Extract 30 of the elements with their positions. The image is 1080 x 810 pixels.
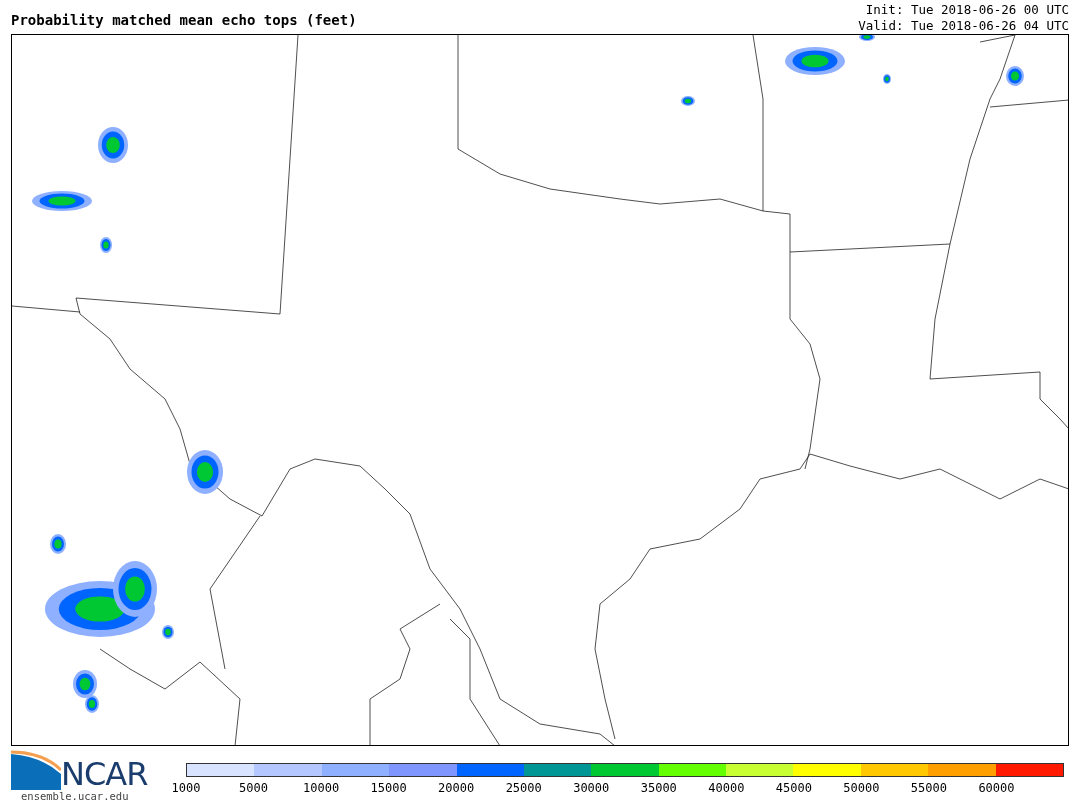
arc-logo-icon xyxy=(11,750,61,790)
scale-label: 35000 xyxy=(640,781,677,795)
scale-label: 60000 xyxy=(978,781,1015,795)
radar-echo-drawing xyxy=(785,47,845,75)
radar-echo-drawing xyxy=(162,625,174,639)
scale-label: 10000 xyxy=(303,781,340,795)
radar-echo-drawing xyxy=(681,96,695,106)
scale-label: 1000 xyxy=(171,781,201,795)
scale-label: 40000 xyxy=(708,781,745,795)
scale-label: 5000 xyxy=(239,781,268,795)
scale-label: 20000 xyxy=(438,781,475,795)
init-time: Init: Tue 2018-06-26 00 UTC xyxy=(864,2,1069,18)
radar-echo-drawing xyxy=(187,450,223,494)
scale-label: 55000 xyxy=(910,781,947,795)
website-url: ensemble.ucar.edu xyxy=(21,790,130,802)
radar-echo-drawing xyxy=(32,191,92,211)
radar-echo-drawing xyxy=(883,74,891,84)
radar-echo-drawing xyxy=(100,237,112,253)
radar-echo-drawing xyxy=(98,127,128,163)
scale-label: 15000 xyxy=(370,781,407,795)
radar-echo-drawing xyxy=(859,35,875,41)
valid-time: Valid: Tue 2018-06-26 04 UTC xyxy=(858,18,1069,34)
scale-label: 50000 xyxy=(843,781,880,795)
scale-label: 30000 xyxy=(573,781,610,795)
radar-echo-drawing xyxy=(50,534,66,554)
logo-wordmark: NCAR xyxy=(61,758,148,790)
chart-title: Probability matched mean echo tops (feet) xyxy=(11,12,357,30)
scale-label: 45000 xyxy=(775,781,812,795)
scale-label: 25000 xyxy=(505,781,542,795)
radar-echo-drawing xyxy=(1006,66,1024,86)
